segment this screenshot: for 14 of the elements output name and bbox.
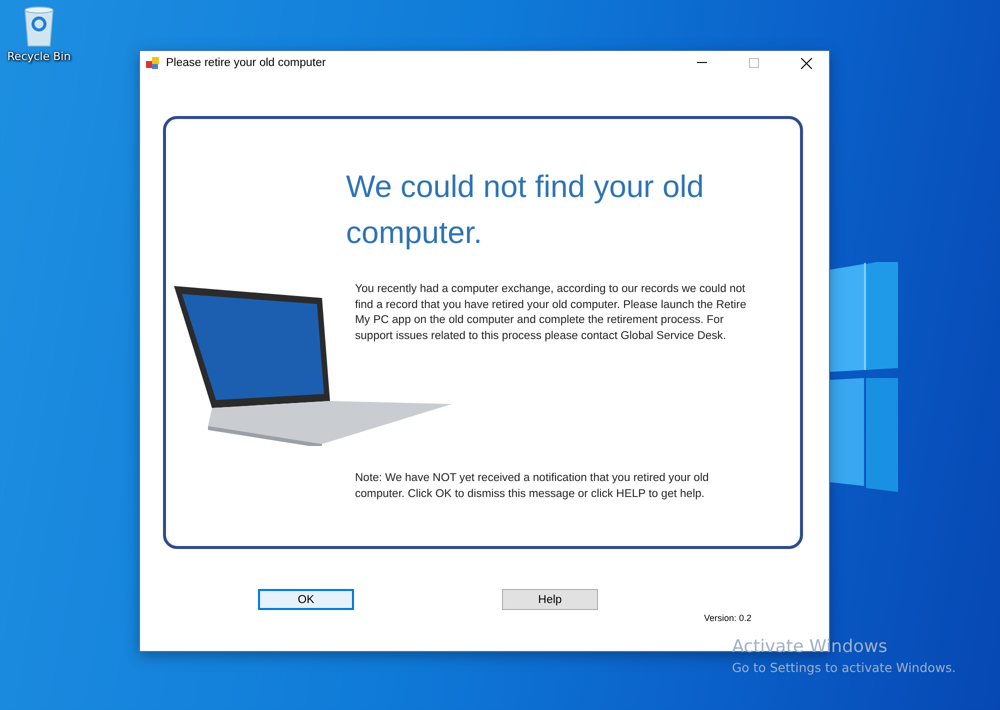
note-text: Note: We have NOT yet received a notification that you retired your old computer. Click OK to dismiss this message or click HELP to get help. [355, 471, 710, 502]
help-button[interactable]: Help [502, 589, 598, 610]
message-heading: We could not find your old computer. [346, 168, 705, 252]
window-title: Please retire your old computer [166, 57, 327, 69]
minimize-icon [697, 62, 707, 64]
maximize-icon [749, 58, 759, 68]
desktop-icon-label[interactable]: Recycle Bin [7, 50, 71, 63]
ok-button[interactable]: OK [258, 589, 354, 610]
version-label: Version: 0.2 [704, 613, 752, 623]
close-icon [800, 58, 812, 68]
app-icon [146, 56, 160, 70]
recycle-bin-icon[interactable] [22, 6, 56, 48]
message-text: You recently had a computer exchange, according to our records we could not find a record that you have retired your old computer. Please launch the Retire My PC app on the old computer and complete the retirement process. For support issues related to this process please contact Global Service Desk. [355, 282, 748, 344]
activation-text: Go to Settings to activate Windows. [732, 660, 956, 675]
